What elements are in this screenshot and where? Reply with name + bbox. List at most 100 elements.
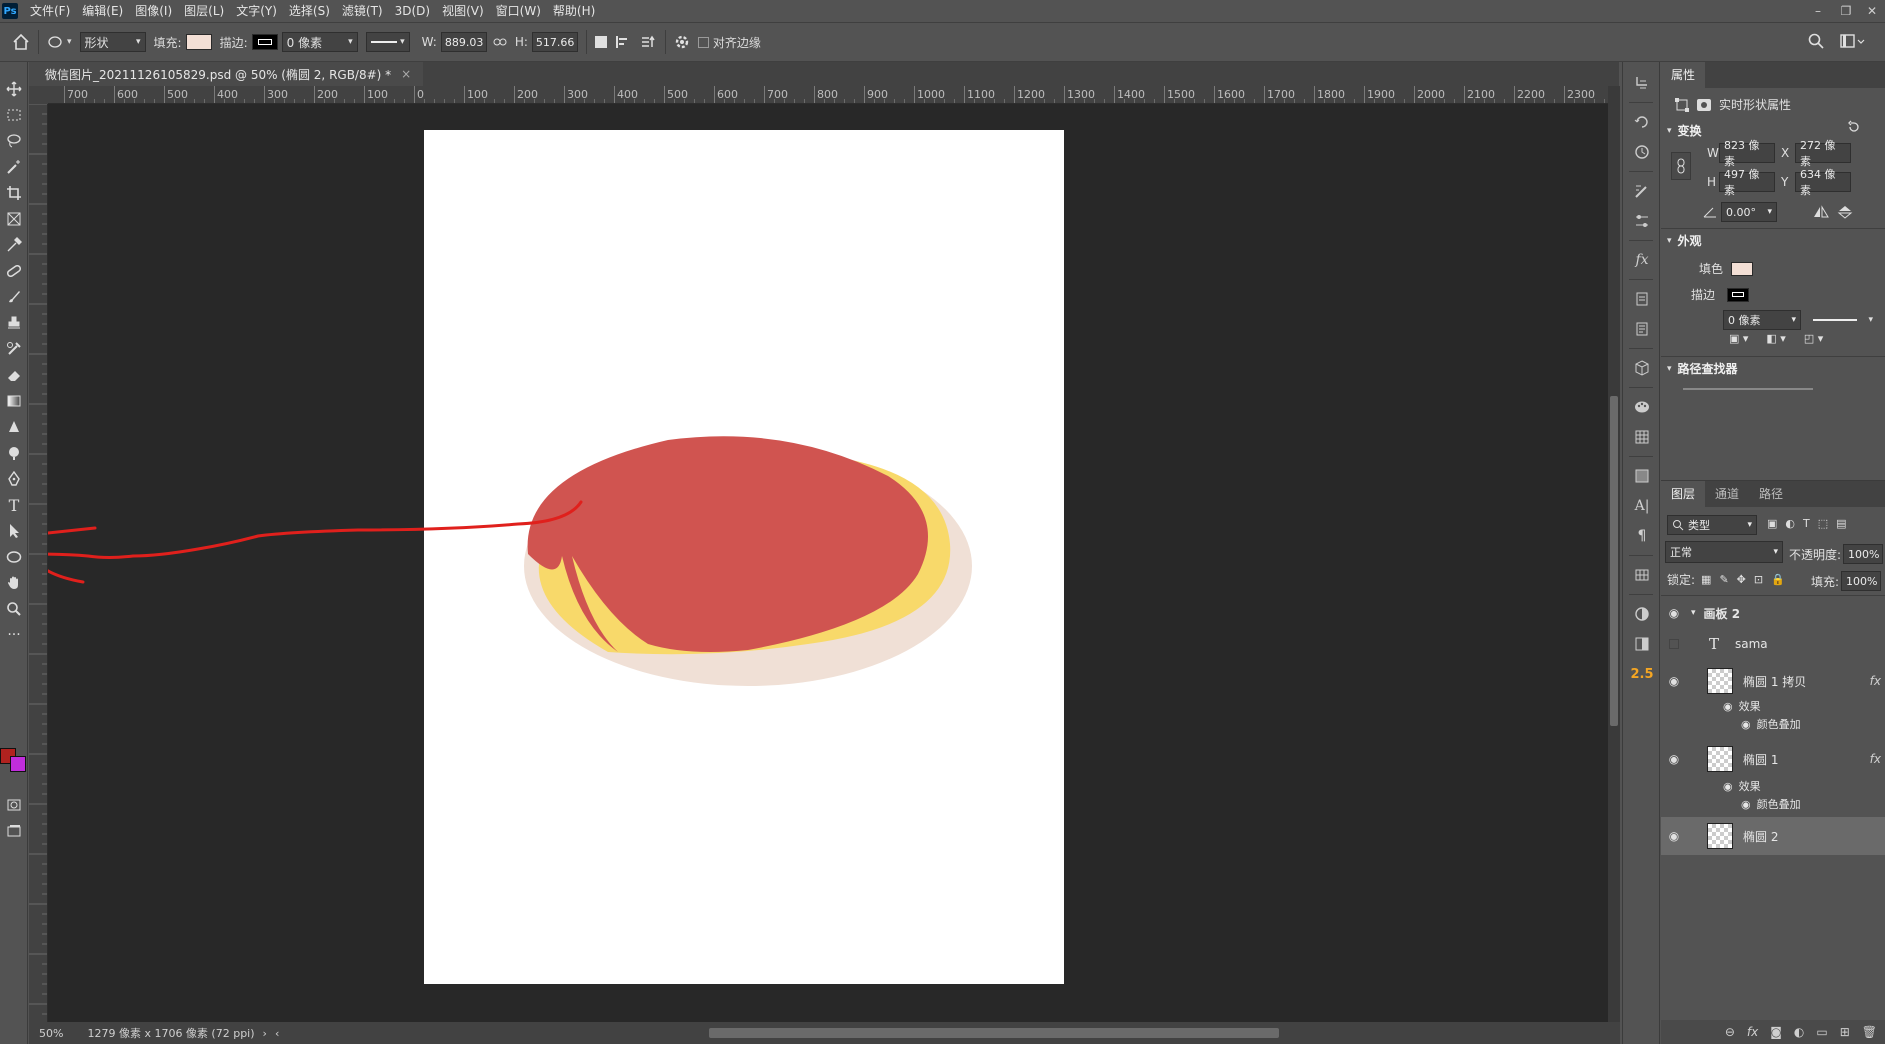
- move-tool-icon[interactable]: [0, 76, 28, 102]
- history-panel-icon[interactable]: [1623, 68, 1661, 98]
- menu-item[interactable]: 编辑(E): [76, 0, 129, 22]
- height-field[interactable]: 517.66: [531, 32, 578, 52]
- eyedropper-icon[interactable]: [0, 232, 28, 258]
- path-arrangement-icon[interactable]: [639, 34, 657, 50]
- eye-icon[interactable]: ◉: [1741, 798, 1751, 811]
- close-tab-icon[interactable]: ×: [401, 67, 411, 81]
- gradients-panel-icon[interactable]: [1623, 461, 1661, 491]
- add-mask-icon[interactable]: ◙: [1770, 1025, 1782, 1039]
- fill-swatch[interactable]: [185, 34, 212, 50]
- stroke-swatch[interactable]: [251, 34, 278, 50]
- menu-item[interactable]: 帮助(H): [547, 0, 601, 22]
- version-badge[interactable]: 2.5: [1623, 659, 1661, 689]
- restore-icon[interactable]: ❐: [1834, 0, 1858, 22]
- vertical-scrollbar[interactable]: [1608, 86, 1620, 1022]
- color-palette-icon[interactable]: [1623, 392, 1661, 422]
- adjustments-icon[interactable]: [1623, 599, 1661, 629]
- stroke-caps-icon[interactable]: ◧ ▾: [1766, 332, 1785, 345]
- pen-tool-icon[interactable]: [0, 466, 28, 492]
- smart-object-filter-icon[interactable]: ▤: [1836, 517, 1846, 530]
- menu-item[interactable]: 滤镜(T): [336, 0, 389, 22]
- home-button[interactable]: [12, 33, 30, 51]
- appearance-section-head[interactable]: ▾ 外观: [1667, 232, 1702, 249]
- layer-ellipse-1[interactable]: ◉ 椭圆 1 fx: [1661, 743, 1885, 775]
- menu-item[interactable]: 图像(I): [129, 0, 178, 22]
- screen-mode-icon[interactable]: [0, 818, 28, 844]
- eraser-tool-icon[interactable]: [0, 362, 28, 388]
- eye-icon[interactable]: ◉: [1661, 752, 1687, 766]
- zoom-tool-icon[interactable]: [0, 596, 28, 622]
- close-window-icon[interactable]: ✕: [1860, 0, 1884, 22]
- chevron-left-icon[interactable]: ‹: [275, 1027, 279, 1040]
- quick-mask-icon[interactable]: [0, 792, 28, 818]
- lock-icons[interactable]: ▦✎✥⊡🔒: [1701, 573, 1793, 586]
- brush-settings-icon[interactable]: [1623, 176, 1661, 206]
- chevron-down-icon[interactable]: ▾: [1691, 608, 1696, 618]
- tool-mode-select[interactable]: 形状 ▾: [79, 32, 146, 52]
- pathfinder-section-head[interactable]: ▾ 路径查找器: [1667, 360, 1738, 377]
- stroke-width-field[interactable]: 0 像素 ▾: [1723, 310, 1801, 330]
- eye-hidden-icon[interactable]: [1661, 639, 1687, 649]
- crop-tool-icon[interactable]: [0, 180, 28, 206]
- link-layers-icon[interactable]: ⊖: [1725, 1025, 1735, 1039]
- paragraph-panel-icon[interactable]: ¶: [1623, 521, 1661, 551]
- stroke-size-select[interactable]: 0 像素 ▾: [281, 32, 358, 52]
- reset-transform-icon[interactable]: [1847, 120, 1861, 137]
- eye-icon[interactable]: ◉: [1723, 780, 1733, 793]
- properties-panel-icon[interactable]: [1623, 629, 1661, 659]
- menu-item[interactable]: 3D(D): [389, 0, 436, 22]
- notes-icon[interactable]: [1623, 314, 1661, 344]
- zoom-level[interactable]: 50%: [39, 1027, 63, 1040]
- menu-item[interactable]: 视图(V): [436, 0, 490, 22]
- link-dimensions-button[interactable]: [1671, 152, 1691, 180]
- menu-item[interactable]: 文件(F): [24, 0, 76, 22]
- hand-tool-icon[interactable]: [0, 570, 28, 596]
- ellipse-tool-preset[interactable]: ▾: [47, 35, 72, 49]
- 3d-cube-icon[interactable]: [1623, 353, 1661, 383]
- tab-channels[interactable]: 通道: [1705, 481, 1749, 507]
- fx-styles-icon[interactable]: fx: [1623, 245, 1661, 275]
- type-tool-icon[interactable]: T: [0, 492, 28, 518]
- tab-properties[interactable]: 属性: [1661, 62, 1706, 88]
- marquee-tool-icon[interactable]: [0, 102, 28, 128]
- eye-icon[interactable]: ◉: [1661, 829, 1687, 843]
- stroke-align-icon[interactable]: ▣ ▾: [1729, 332, 1748, 345]
- history-icon[interactable]: [1623, 137, 1661, 167]
- fx-icon[interactable]: fx: [1870, 674, 1881, 688]
- stroke-style-select[interactable]: ▾: [1813, 315, 1873, 325]
- eye-icon[interactable]: ◉: [1661, 606, 1687, 620]
- layer-ellipse-2[interactable]: ◉ 椭圆 2: [1661, 817, 1885, 855]
- type-filter-icon[interactable]: T: [1803, 517, 1810, 530]
- fx-icon[interactable]: fx: [1870, 752, 1881, 766]
- frame-tool-icon[interactable]: [0, 206, 28, 232]
- layer-artboard-2[interactable]: ◉ ▾ 画板 2: [1661, 601, 1885, 625]
- menu-item[interactable]: 窗口(W): [490, 0, 547, 22]
- layer-text-sama[interactable]: T sama: [1661, 629, 1885, 659]
- path-selection-icon[interactable]: [0, 518, 28, 544]
- glyphs-icon[interactable]: [1623, 560, 1661, 590]
- menu-item[interactable]: 图层(L): [178, 0, 230, 22]
- menu-item[interactable]: 文字(Y): [230, 0, 283, 22]
- canvas-area[interactable]: [48, 104, 1608, 1022]
- adjust-sliders-icon[interactable]: [1623, 206, 1661, 236]
- stroke-type-select[interactable]: ▾: [365, 32, 410, 52]
- brush-tool-icon[interactable]: [0, 284, 28, 310]
- character-panel-icon[interactable]: A|: [1623, 491, 1661, 521]
- lasso-tool-icon[interactable]: [0, 128, 28, 154]
- magic-wand-icon[interactable]: [0, 154, 28, 180]
- table-icon[interactable]: [1623, 422, 1661, 452]
- minimize-icon[interactable]: –: [1806, 0, 1830, 22]
- vertical-scroll-thumb[interactable]: [1610, 396, 1618, 726]
- clone-stamp-icon[interactable]: [0, 310, 28, 336]
- fill-color-swatch[interactable]: [1731, 261, 1753, 276]
- search-icon[interactable]: [1808, 33, 1824, 52]
- blend-mode-select[interactable]: 正常 ▾: [1665, 541, 1783, 563]
- shape-width-field[interactable]: 823 像素: [1719, 139, 1775, 168]
- opacity-field[interactable]: 100%: [1843, 544, 1884, 564]
- pathfinder-buttons[interactable]: [1683, 388, 1813, 392]
- width-field[interactable]: 889.03: [440, 32, 487, 52]
- layer-ellipse-1-copy[interactable]: ◉ 椭圆 1 拷贝 fx: [1661, 665, 1885, 697]
- tab-paths[interactable]: 路径: [1749, 481, 1793, 507]
- path-alignment-icon[interactable]: [615, 34, 631, 50]
- layer-filter-select[interactable]: 类型 ▾: [1667, 515, 1757, 535]
